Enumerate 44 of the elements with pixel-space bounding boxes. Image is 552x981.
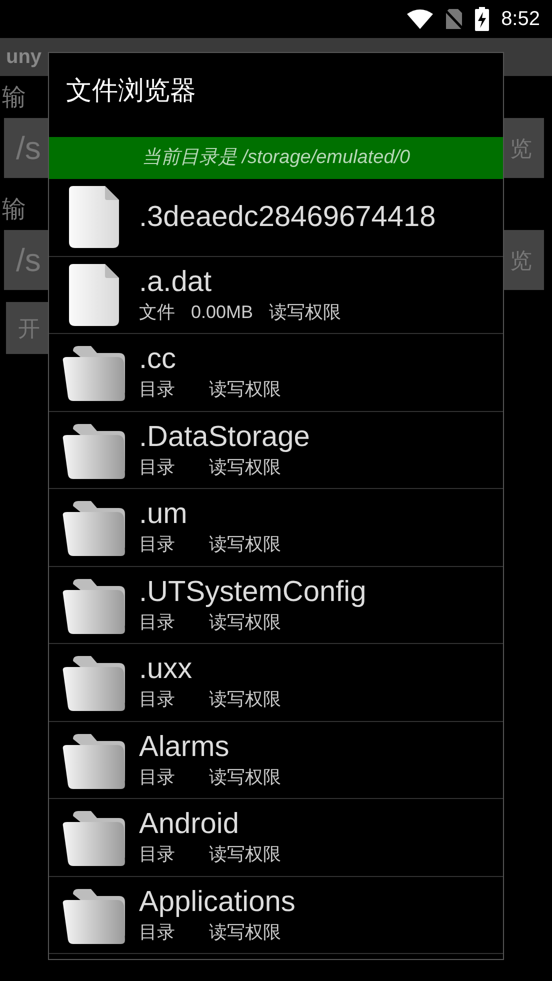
no-sim-icon bbox=[445, 8, 464, 30]
file-type: 目录 bbox=[139, 378, 176, 402]
field-label: 输 bbox=[2, 83, 26, 113]
file-name[interactable]: Android bbox=[139, 807, 281, 842]
file-name[interactable]: .DataStorage bbox=[139, 420, 310, 454]
wifi-icon bbox=[407, 9, 434, 29]
file-permission: 读写权限 bbox=[209, 610, 281, 634]
current-directory-bar: 当前目录是 /storage/emulated/0 bbox=[49, 137, 503, 179]
file-type: 目录 bbox=[139, 688, 176, 712]
app-title: uny bbox=[6, 45, 42, 70]
file-name[interactable]: .um bbox=[139, 497, 281, 532]
file-icon bbox=[69, 186, 119, 248]
file-permission: 读写权限 bbox=[269, 300, 342, 324]
file-icon bbox=[69, 264, 119, 326]
battery-charging-icon bbox=[475, 7, 490, 31]
folder-icon bbox=[61, 343, 127, 402]
file-name[interactable]: .3deaedc28469674418 bbox=[139, 200, 436, 234]
file-name[interactable]: .cc bbox=[139, 342, 281, 376]
file-type: 目录 bbox=[139, 610, 176, 634]
folder-icon bbox=[61, 498, 127, 556]
file-permission: 读写权限 bbox=[209, 920, 281, 944]
file-name[interactable]: Alarms bbox=[139, 730, 281, 764]
file-type: 目录 bbox=[139, 456, 176, 479]
file-permission: 读写权限 bbox=[209, 456, 281, 479]
file-type: 目录 bbox=[139, 843, 176, 866]
file-type: 目录 bbox=[139, 920, 176, 944]
file-permission: 读写权限 bbox=[209, 843, 281, 866]
file-permission: 读写权限 bbox=[209, 766, 281, 789]
file-type: 目录 bbox=[139, 766, 176, 789]
file-permission: 读写权限 bbox=[209, 688, 281, 712]
file-size: 0.00MB bbox=[191, 300, 254, 324]
file-name[interactable]: .a.dat bbox=[139, 264, 358, 299]
field-label: 输 bbox=[2, 195, 26, 225]
clock: 8:52 bbox=[501, 7, 540, 32]
file-type: 目录 bbox=[139, 533, 176, 556]
folder-icon bbox=[61, 808, 127, 866]
file-name[interactable]: Applications bbox=[139, 884, 296, 919]
file-name[interactable]: .uxx bbox=[139, 652, 281, 686]
folder-icon bbox=[61, 653, 127, 712]
file-permission: 读写权限 bbox=[209, 378, 281, 402]
file-type: 文件 bbox=[139, 300, 175, 324]
file-name[interactable]: .UTSystemConfig bbox=[139, 574, 366, 609]
dialog-title: 文件浏览器 bbox=[65, 74, 197, 107]
file-permission: 读写权限 bbox=[209, 533, 281, 556]
